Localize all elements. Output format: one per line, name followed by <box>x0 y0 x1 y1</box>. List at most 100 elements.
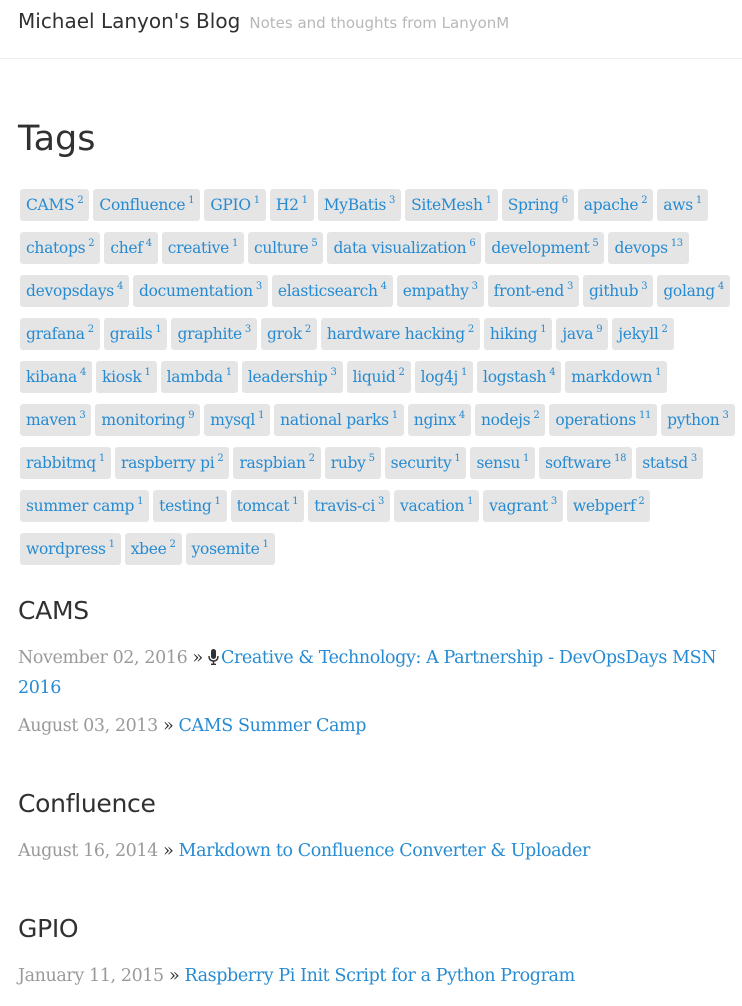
tag-count: 1 <box>144 366 151 378</box>
tag-link[interactable]: H2 1 <box>269 189 314 221</box>
tag-label: MyBatis <box>323 196 387 214</box>
tag-link[interactable]: logstash 4 <box>477 361 562 393</box>
tag-link[interactable]: monitoring 9 <box>95 404 201 436</box>
tag-count: 3 <box>641 280 648 292</box>
tag-label: wordpress <box>26 540 106 558</box>
tag-count: 1 <box>253 194 260 206</box>
post-separator: » <box>192 648 203 668</box>
tag-link[interactable]: maven 3 <box>20 404 92 436</box>
tag-count: 9 <box>596 323 603 335</box>
tag-link[interactable]: devopsdays 4 <box>20 275 129 307</box>
tag-link[interactable]: golang 4 <box>657 275 730 307</box>
tag-count: 1 <box>137 495 144 507</box>
tag-label: raspberry pi <box>120 454 215 472</box>
tag-link[interactable]: apache 2 <box>577 189 654 221</box>
tag-link[interactable]: xbee 2 <box>124 533 182 565</box>
tag-link[interactable]: summer camp 1 <box>20 490 150 522</box>
tag-link[interactable]: raspbian 2 <box>233 447 321 479</box>
tag-link[interactable]: SiteMesh 1 <box>405 189 498 221</box>
tag-link[interactable]: statsd 3 <box>636 447 703 479</box>
tag-link[interactable]: rabbitmq 1 <box>20 447 111 479</box>
tag-link[interactable]: kiosk 1 <box>96 361 157 393</box>
tag-link[interactable]: mysql 1 <box>204 404 271 436</box>
tag-link[interactable]: ruby 5 <box>324 447 381 479</box>
tag-label: python <box>667 411 720 429</box>
tag-link[interactable]: wordpress 1 <box>20 533 121 565</box>
tag-link[interactable]: Confluence 1 <box>93 189 201 221</box>
tag-link[interactable]: travis-ci 3 <box>308 490 391 522</box>
tag-link[interactable]: leadership 3 <box>241 361 343 393</box>
tag-link[interactable]: grails 1 <box>103 318 168 350</box>
tag-link[interactable]: Spring 6 <box>501 189 574 221</box>
tag-link[interactable]: elasticsearch 4 <box>271 275 393 307</box>
tag-label: devopsdays <box>26 282 114 300</box>
tag-link[interactable]: software 18 <box>539 447 633 479</box>
post-separator: » <box>163 716 174 736</box>
tag-label: logstash <box>483 368 547 386</box>
tag-link[interactable]: jekyll 2 <box>612 318 674 350</box>
tag-link[interactable]: log4j 1 <box>414 361 474 393</box>
tag-count: 2 <box>638 495 645 507</box>
tag-link[interactable]: grok 2 <box>260 318 317 350</box>
tag-link[interactable]: yosemite 1 <box>185 533 275 565</box>
tag-link[interactable]: nodejs 2 <box>474 404 546 436</box>
tag-link[interactable]: data visualization 6 <box>327 232 482 264</box>
tag-link[interactable]: hiking 1 <box>483 318 553 350</box>
tag-link[interactable]: java 9 <box>556 318 609 350</box>
site-title-link[interactable]: Michael Lanyon's Blog <box>18 9 240 33</box>
tag-link[interactable]: kibana 4 <box>20 361 92 393</box>
tag-label: travis-ci <box>314 497 375 515</box>
tag-link[interactable]: markdown 1 <box>565 361 668 393</box>
tag-count: 1 <box>214 495 221 507</box>
post-date: August 03, 2013 <box>18 716 158 736</box>
tag-link[interactable]: devops 13 <box>608 232 689 264</box>
tag-link[interactable]: python 3 <box>661 404 735 436</box>
tag-link[interactable]: national parks 1 <box>274 404 404 436</box>
post-link[interactable]: CAMS Summer Camp <box>179 716 367 736</box>
post-link[interactable]: Raspberry Pi Init Script for a Python Pr… <box>184 966 575 986</box>
tag-count: 5 <box>368 452 375 464</box>
tag-count: 2 <box>169 538 176 550</box>
tag-label: nodejs <box>480 411 531 429</box>
tag-link[interactable]: nginx 4 <box>407 404 471 436</box>
tag-link[interactable]: tomcat 1 <box>230 490 305 522</box>
tag-count: 1 <box>391 409 398 421</box>
tag-link[interactable]: aws 1 <box>657 189 708 221</box>
tag-link[interactable]: webperf 2 <box>566 490 651 522</box>
tag-link[interactable]: vacation 1 <box>394 490 480 522</box>
tag-count: 1 <box>540 323 547 335</box>
tag-link[interactable]: github 3 <box>583 275 654 307</box>
tag-link[interactable]: documentation 3 <box>133 275 268 307</box>
tag-link[interactable]: security 1 <box>384 447 467 479</box>
tag-link[interactable]: lambda 1 <box>160 361 238 393</box>
tag-count: 5 <box>592 237 599 249</box>
post-link[interactable]: Markdown to Confluence Converter & Uploa… <box>179 841 591 861</box>
tag-link[interactable]: operations 11 <box>549 404 658 436</box>
tag-link[interactable]: sensu 1 <box>470 447 536 479</box>
tag-count: 1 <box>231 237 239 249</box>
tag-count: 3 <box>690 452 697 464</box>
tag-link[interactable]: chatops 2 <box>20 232 101 264</box>
tag-link[interactable]: CAMS 2 <box>20 189 90 221</box>
tag-link[interactable]: GPIO 1 <box>204 189 266 221</box>
tag-count: 3 <box>244 323 251 335</box>
tag-label: lambda <box>166 368 223 386</box>
tag-link[interactable]: empathy 3 <box>396 275 484 307</box>
tag-count: 4 <box>458 409 465 421</box>
tag-link[interactable]: testing 1 <box>153 490 227 522</box>
tag-count: 13 <box>670 237 683 249</box>
tag-link[interactable]: liquid 2 <box>346 361 411 393</box>
tag-link[interactable]: grafana 2 <box>20 318 100 350</box>
tag-label: nginx <box>413 411 456 429</box>
tag-link[interactable]: chef 4 <box>104 232 158 264</box>
tag-link[interactable]: hardware hacking 2 <box>320 318 480 350</box>
tag-link[interactable]: MyBatis 3 <box>317 189 402 221</box>
tag-link[interactable]: culture 5 <box>248 232 324 264</box>
tag-link[interactable]: graphite 3 <box>171 318 257 350</box>
tag-link[interactable]: front-end 3 <box>487 275 580 307</box>
tag-link[interactable]: raspberry pi 2 <box>114 447 230 479</box>
tag-count: 3 <box>377 495 385 507</box>
tag-link[interactable]: creative 1 <box>161 232 245 264</box>
tag-link[interactable]: vagrant 3 <box>483 490 563 522</box>
tag-link[interactable]: development 5 <box>485 232 605 264</box>
